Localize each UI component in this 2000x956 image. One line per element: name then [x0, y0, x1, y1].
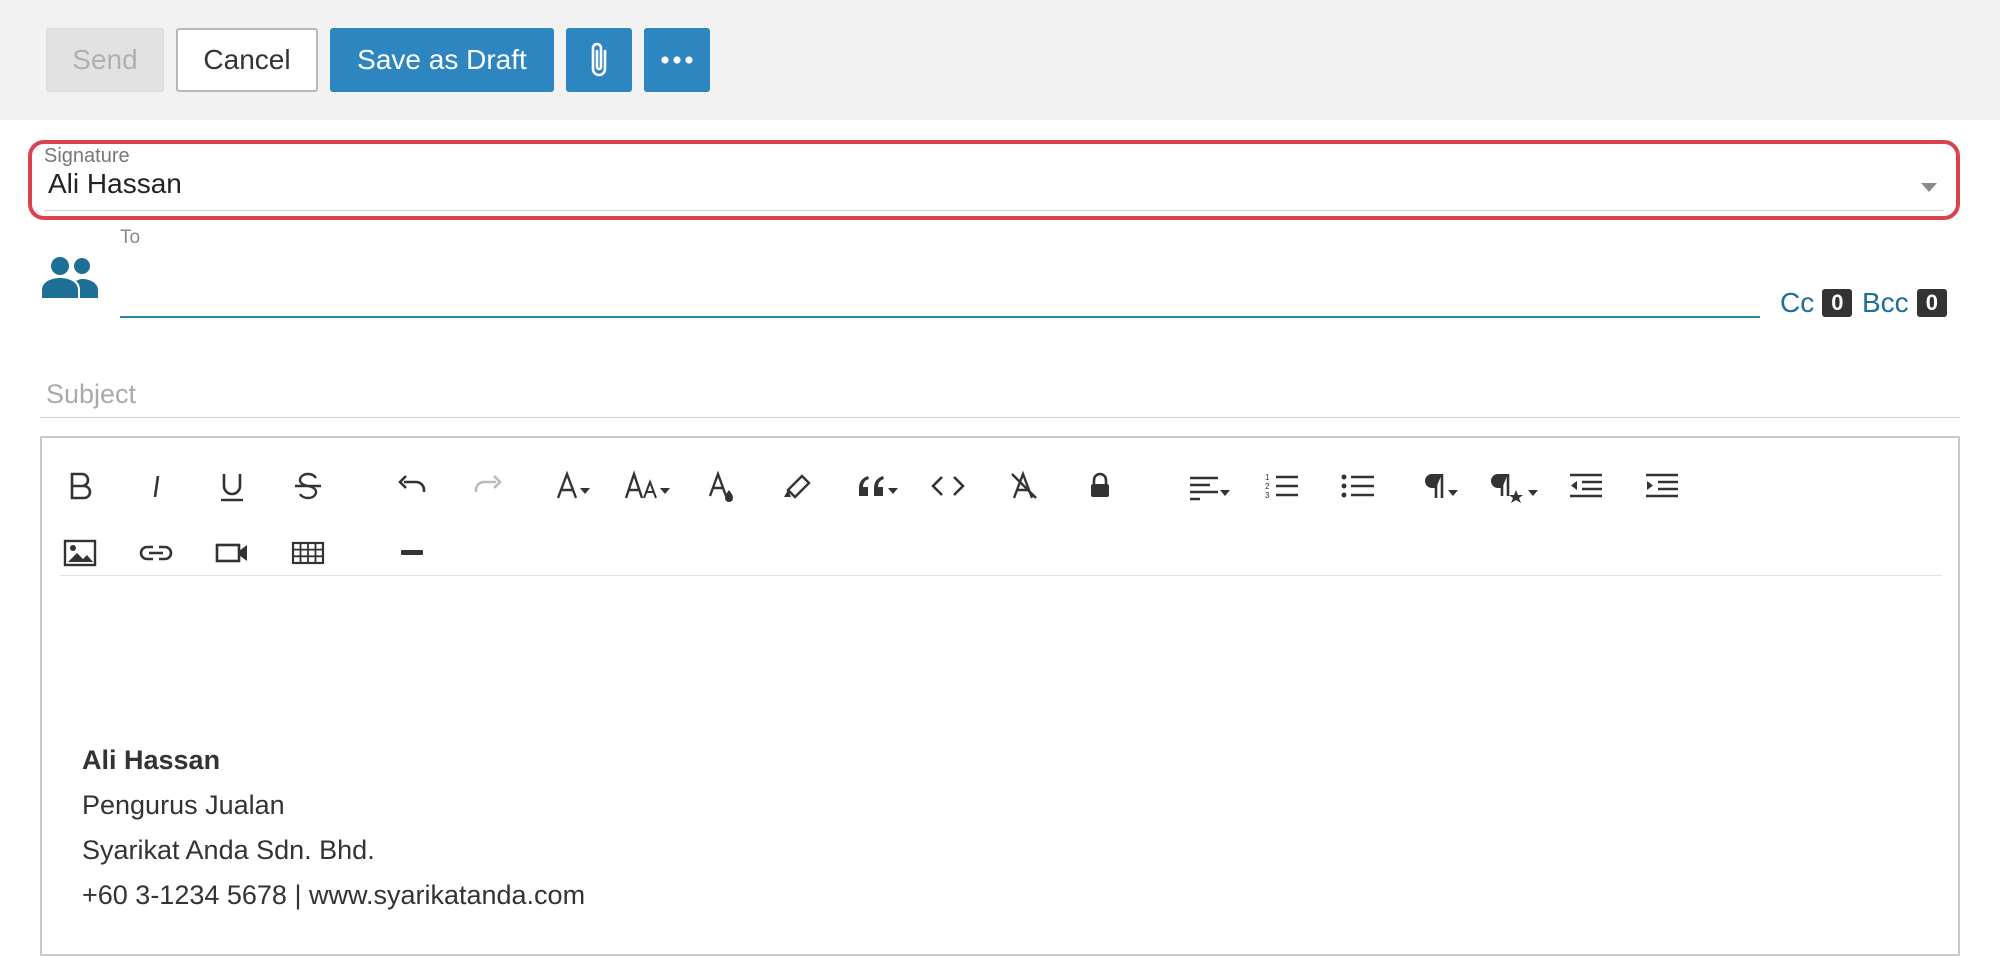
svg-text:3: 3 — [1265, 491, 1270, 500]
signature-select[interactable]: Ali Hassan — [48, 168, 182, 200]
paragraph-format-icon[interactable] — [1416, 466, 1468, 506]
signature-title: Pengurus Jualan — [82, 783, 585, 828]
horizontal-rule-icon[interactable] — [392, 533, 432, 573]
outdent-icon[interactable] — [1566, 466, 1606, 506]
undo-icon[interactable] — [392, 466, 432, 506]
signature-label: Signature — [44, 145, 130, 168]
redo-icon[interactable] — [468, 466, 508, 506]
bcc-label: Bcc — [1862, 287, 1909, 319]
send-button[interactable]: Send — [46, 28, 164, 92]
underline-icon[interactable] — [212, 466, 252, 506]
font-size-icon[interactable] — [622, 466, 678, 506]
more-options-button[interactable] — [644, 28, 710, 92]
svg-text:1: 1 — [1265, 473, 1270, 482]
paperclip-icon — [584, 39, 614, 81]
strikethrough-icon[interactable] — [288, 466, 328, 506]
highlight-icon[interactable] — [778, 466, 818, 506]
code-icon[interactable] — [928, 466, 968, 506]
chevron-down-icon[interactable] — [1921, 183, 1937, 192]
bold-icon[interactable] — [60, 466, 100, 506]
ellipsis-icon — [660, 54, 694, 66]
message-editor[interactable]: 123 Ali Hassan Pengurus Jualan Syarikat … — [40, 436, 1960, 956]
bcc-toggle[interactable]: Bcc 0 — [1862, 287, 1947, 319]
ordered-list-icon[interactable]: 123 — [1262, 466, 1302, 506]
subject-input[interactable] — [40, 372, 1960, 418]
attach-button[interactable] — [566, 28, 632, 92]
signature-company: Syarikat Anda Sdn. Bhd. — [82, 828, 585, 873]
insert-image-icon[interactable] — [60, 533, 100, 573]
editor-toolbar-divider — [60, 575, 1942, 576]
unordered-list-icon[interactable] — [1338, 466, 1378, 506]
signature-underline — [44, 210, 1944, 211]
font-color-icon[interactable] — [702, 466, 742, 506]
blockquote-icon[interactable] — [854, 466, 906, 506]
signature-name: Ali Hassan — [82, 738, 585, 783]
clear-formatting-icon[interactable] — [1004, 466, 1044, 506]
insert-video-icon[interactable] — [212, 533, 252, 573]
contacts-icon[interactable] — [40, 254, 100, 300]
signature-contact: +60 3-1234 5678 | www.syarikatanda.com — [82, 873, 585, 918]
signature-highlight-frame — [28, 140, 1960, 220]
compose-toolbar: Send Cancel Save as Draft — [0, 0, 2000, 120]
lock-icon[interactable] — [1080, 466, 1120, 506]
italic-icon[interactable] — [136, 466, 176, 506]
to-input[interactable] — [120, 256, 1760, 318]
svg-text:2: 2 — [1265, 482, 1270, 491]
align-icon[interactable] — [1186, 466, 1238, 506]
save-draft-button[interactable]: Save as Draft — [330, 28, 554, 92]
signature-block[interactable]: Ali Hassan Pengurus Jualan Syarikat Anda… — [82, 738, 585, 918]
font-family-icon[interactable] — [552, 466, 600, 506]
to-label: To — [120, 227, 140, 249]
cc-count-badge: 0 — [1822, 289, 1852, 317]
cancel-button[interactable]: Cancel — [176, 28, 318, 92]
paragraph-style-icon[interactable] — [1488, 466, 1544, 506]
cc-label: Cc — [1780, 287, 1814, 319]
bcc-count-badge: 0 — [1917, 289, 1947, 317]
indent-icon[interactable] — [1642, 466, 1682, 506]
cc-toggle[interactable]: Cc 0 — [1780, 287, 1852, 319]
insert-table-icon[interactable] — [288, 533, 328, 573]
insert-link-icon[interactable] — [136, 533, 176, 573]
